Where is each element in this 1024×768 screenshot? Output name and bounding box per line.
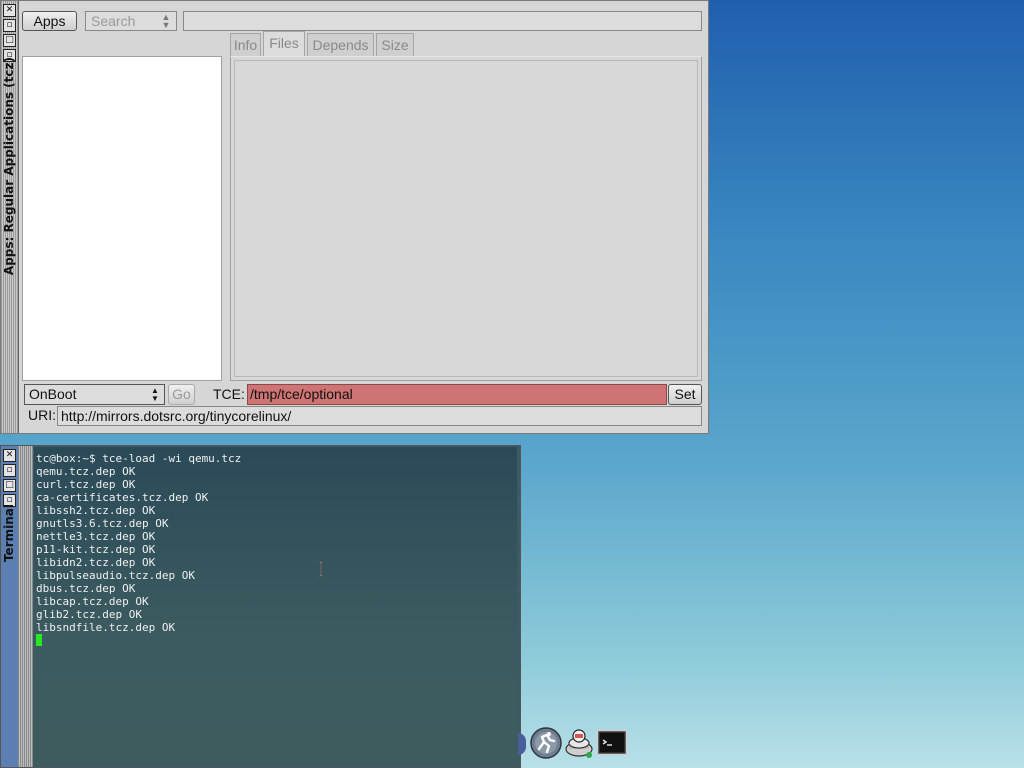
window-title: Terminal xyxy=(2,504,16,563)
close-icon[interactable]: ✕ xyxy=(3,4,16,17)
terminal-line: nettle3.tcz.dep OK xyxy=(36,530,156,543)
files-panel xyxy=(230,56,702,381)
tab-info[interactable]: Info xyxy=(230,33,261,57)
terminal-line: ca-certificates.tcz.dep OK xyxy=(36,491,209,504)
terminal-line: curl.tcz.dep OK xyxy=(36,478,136,491)
minimize-icon[interactable]: ▫ xyxy=(3,19,16,32)
tce-field[interactable]: /tmp/tce/optional xyxy=(247,384,667,405)
terminal-titlebar[interactable]: ✕ ▫ □ ▫ Terminal xyxy=(1,446,19,767)
tce-label: TCE: xyxy=(213,386,245,402)
tab-size[interactable]: Size xyxy=(376,33,414,57)
search-placeholder: Search xyxy=(91,13,136,29)
terminal-line: p11-kit.tcz.dep OK xyxy=(36,543,156,556)
files-content xyxy=(234,60,698,377)
set-button[interactable]: Set xyxy=(668,384,702,405)
control-panel-icon[interactable] xyxy=(563,727,595,759)
apps-titlebar[interactable]: ✕ ▫ □ ▫ Apps: Regular Applications (tcz) xyxy=(1,1,19,433)
maximize-icon[interactable]: □ xyxy=(3,34,16,47)
uri-label: URI: xyxy=(28,407,56,423)
terminal-line: dbus.tcz.dep OK xyxy=(36,582,136,595)
tce-value: /tmp/tce/optional xyxy=(250,386,353,402)
terminal-line: libsndfile.tcz.dep OK xyxy=(36,621,176,634)
chevron-updown-icon: ▲ ▼ xyxy=(151,386,159,403)
terminal-line: libcap.tcz.dep OK xyxy=(36,595,149,608)
text-cursor xyxy=(36,634,42,646)
run-icon[interactable] xyxy=(530,727,562,759)
terminal-line: gnutls3.6.tcz.dep OK xyxy=(36,517,169,530)
terminal-line: libidn2.tcz.dep OK xyxy=(36,556,156,569)
apps-icon[interactable] xyxy=(518,733,526,755)
terminal-line: libssh2.tcz.dep OK xyxy=(36,504,156,517)
terminal-line: qemu.tcz.dep OK xyxy=(36,465,136,478)
go-button[interactable]: Go xyxy=(168,384,195,405)
minimize-icon[interactable]: ▫ xyxy=(3,464,16,477)
tab-files[interactable]: Files xyxy=(263,31,305,57)
close-icon[interactable]: ✕ xyxy=(3,449,16,462)
app-list[interactable] xyxy=(22,56,222,381)
terminal-line: glib2.tcz.dep OK xyxy=(36,608,142,621)
onboot-select[interactable]: OnBoot ▲ ▼ xyxy=(24,384,165,405)
terminal-scrollbar[interactable] xyxy=(18,446,33,767)
search-combo[interactable]: Search ▲ ▼ xyxy=(85,11,177,31)
window-title: Apps: Regular Applications (tcz) xyxy=(2,57,16,276)
terminal-cursor-line xyxy=(36,634,517,647)
uri-value: http://mirrors.dotsrc.org/tinycorelinux/ xyxy=(61,408,292,424)
onboot-value: OnBoot xyxy=(29,386,77,402)
search-input[interactable] xyxy=(183,11,702,31)
terminal-output[interactable]: tc@box:~$ tce-load -wi qemu.tcz qemu.tcz… xyxy=(34,447,517,765)
uri-field[interactable]: http://mirrors.dotsrc.org/tinycorelinux/ xyxy=(57,406,702,426)
tab-depends[interactable]: Depends xyxy=(307,33,374,57)
apps-window: ✕ ▫ □ ▫ Apps: Regular Applications (tcz)… xyxy=(0,0,709,434)
maximize-icon[interactable]: □ xyxy=(3,479,16,492)
terminal-line: tc@box:~$ tce-load -wi qemu.tcz xyxy=(36,452,242,465)
terminal-icon[interactable] xyxy=(596,727,628,759)
apps-button[interactable]: Apps xyxy=(22,11,77,31)
ibeam-cursor-icon xyxy=(318,561,324,577)
spinner-icon[interactable]: ▲ ▼ xyxy=(158,13,174,30)
terminal-line: libpulseaudio.tcz.dep OK xyxy=(36,569,195,582)
terminal-window: ✕ ▫ □ ▫ Terminal tc@box:~$ tce-load -wi … xyxy=(0,445,521,768)
